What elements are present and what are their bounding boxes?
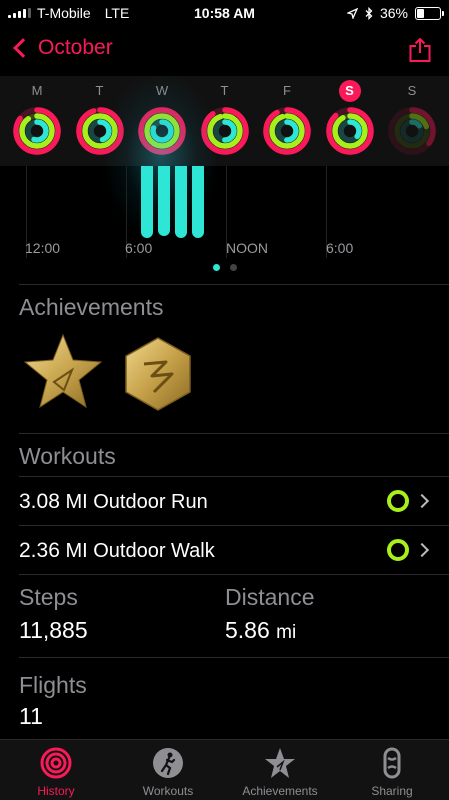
activity-bar xyxy=(158,166,170,236)
activity-bar xyxy=(141,166,153,238)
achievements-title: Achievements xyxy=(19,294,164,320)
workout-distance: 2.36 xyxy=(19,539,60,562)
sharing-icon xyxy=(383,747,401,779)
activity-bar xyxy=(175,166,187,238)
battery-icon xyxy=(415,6,444,20)
time-label: 6:00 xyxy=(326,240,354,256)
star-badge-icon[interactable] xyxy=(22,332,104,410)
chevron-right-icon xyxy=(414,542,430,558)
time-label: 6:00 xyxy=(125,240,153,256)
day-column[interactable]: M xyxy=(7,76,67,155)
chevron-right-icon xyxy=(414,493,430,509)
flights-label: Flights xyxy=(19,672,87,698)
tab-achievements[interactable]: Achievements xyxy=(224,740,336,800)
workout-row-run[interactable]: 3.08 MI Outdoor Run xyxy=(19,478,449,526)
distance-label: Distance xyxy=(225,584,315,610)
achievement-star-icon xyxy=(265,748,295,778)
back-label: October xyxy=(38,36,113,59)
day-letter: M xyxy=(31,83,43,98)
back-button[interactable]: October xyxy=(10,36,113,60)
day-letter: S xyxy=(407,83,417,98)
tab-workouts[interactable]: Workouts xyxy=(112,740,224,800)
steps-value: 11,885 xyxy=(19,617,88,643)
status-bar: T-Mobile LTE 10:58 AM 36% xyxy=(0,0,449,26)
workout-row-walk[interactable]: 2.36 MI Outdoor Walk xyxy=(19,527,449,575)
tab-bar: History Workouts Achievements Sharing xyxy=(0,739,449,800)
page-dot-active xyxy=(212,264,220,271)
activity-rings-icon xyxy=(13,107,61,155)
divider xyxy=(19,525,449,526)
workout-summary: 2.36 MI Outdoor Walk xyxy=(19,539,215,563)
day-column[interactable]: S xyxy=(382,76,442,155)
location-icon xyxy=(346,7,358,19)
workout-unit: MI xyxy=(65,540,88,562)
workout-name: Outdoor Walk xyxy=(93,540,215,562)
divider xyxy=(19,284,449,285)
tab-label: Workouts xyxy=(142,784,194,798)
workout-name: Outdoor Run xyxy=(93,491,208,513)
workout-summary: 3.08 MI Outdoor Run xyxy=(19,490,208,514)
time-label: 12:00 xyxy=(25,240,61,256)
workout-ring-icon xyxy=(387,539,409,561)
tab-label: Sharing xyxy=(371,784,413,798)
workout-unit: MI xyxy=(65,491,88,513)
day-column[interactable]: S xyxy=(320,76,380,155)
steps-label: Steps xyxy=(19,584,78,610)
divider xyxy=(19,476,449,477)
divider xyxy=(19,433,449,434)
page-indicator[interactable] xyxy=(0,264,449,271)
tab-history[interactable]: History xyxy=(0,740,112,800)
day-column[interactable]: F xyxy=(257,76,317,155)
workout-ring-icon xyxy=(387,490,409,512)
chevron-left-icon xyxy=(13,38,33,58)
divider xyxy=(19,574,449,575)
tab-label: History xyxy=(37,784,75,798)
activity-rings-icon xyxy=(325,107,374,155)
flights-value: 11 xyxy=(19,703,43,729)
history-rings-icon xyxy=(40,747,72,779)
hexagon-badge-icon[interactable] xyxy=(120,336,196,412)
battery-percent: 36% xyxy=(379,5,408,21)
navigation-bar: October xyxy=(0,26,449,76)
time-label: NOON xyxy=(226,240,268,256)
workouts-title: Workouts xyxy=(19,443,116,469)
runner-icon xyxy=(153,748,183,778)
week-strip: MTWTFSS xyxy=(0,76,449,166)
tab-sharing[interactable]: Sharing xyxy=(336,740,448,800)
workout-distance: 3.08 xyxy=(19,490,60,513)
activity-rings-icon xyxy=(388,107,436,155)
day-letter: S xyxy=(320,80,380,102)
status-right: 36% xyxy=(346,5,444,21)
divider xyxy=(19,657,449,658)
page-dot xyxy=(229,264,237,271)
day-letter: F xyxy=(283,83,291,98)
distance-unit: mi xyxy=(276,622,297,643)
activity-timeline: 12:00 6:00 NOON 6:00 xyxy=(0,166,449,258)
tab-label: Achievements xyxy=(242,784,318,798)
distance-value: 5.86 xyxy=(225,617,270,643)
bluetooth-icon xyxy=(365,6,373,20)
activity-bar xyxy=(192,166,204,238)
distance-readout: 5.86 mi xyxy=(225,617,296,644)
activity-rings-icon xyxy=(263,107,311,155)
share-icon[interactable] xyxy=(409,38,431,62)
